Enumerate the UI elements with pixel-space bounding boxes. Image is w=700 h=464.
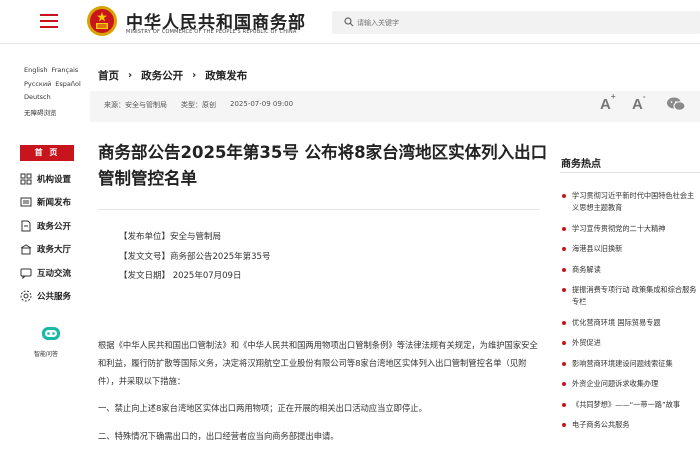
article-info: 【发布单位】安全与管制局 【发文文号】商务部公告2025年第35号 【发文日期】… — [119, 230, 270, 289]
wechat-share-icon[interactable] — [666, 96, 686, 112]
source-text: 来源：安全与管制局 — [104, 101, 167, 109]
lang-spanish[interactable]: Español — [55, 80, 81, 94]
hot-topic-item[interactable]: 优化营商环境 国际贸易专题 — [562, 317, 700, 329]
language-row: 无障碍浏览 — [24, 107, 84, 121]
lang-german[interactable]: Deutsch — [24, 93, 51, 107]
service-icon — [20, 290, 32, 302]
hot-topic-item[interactable]: 外资企业问题诉求收集办理 — [562, 378, 700, 390]
sidebar-item-affairs[interactable]: 政务公开 — [20, 214, 90, 238]
issue-date-text: 【发文日期】 2025年07月09日 — [119, 271, 242, 281]
article-meta: 来源：安全与管制局 类型：原创 2025-07-09 09:00 — [104, 100, 297, 110]
sidebar-item-label: 机构设置 — [37, 174, 72, 185]
language-row: Deutsch — [24, 93, 84, 107]
divider — [560, 172, 700, 173]
hot-topic-item[interactable]: 商务解读 — [562, 264, 700, 276]
issuer-text: 【发布单位】安全与管制局 — [119, 232, 222, 242]
accessibility-link[interactable]: 无障碍浏览 — [24, 107, 57, 121]
hot-topic-item[interactable]: 影响营商环境建设问题线索征集 — [562, 358, 700, 370]
chat-icon — [20, 268, 32, 279]
chevron-right-icon: › — [128, 70, 133, 81]
article-body: 根据《中华人民共和国出口管制法》和《中华人民共和国两用物项出口管制条例》等法律法… — [98, 337, 540, 456]
site-header: 中华人民共和国商务部 MINISTRY OF COMMERCE OF THE P… — [0, 0, 700, 44]
font-size-small-button[interactable]: A- — [632, 92, 646, 113]
hot-topics-title: 商务热点 — [561, 159, 601, 170]
sidebar-item-label: 新闻发布 — [37, 198, 72, 209]
sidebar-item-service[interactable]: 公共服务 — [20, 285, 90, 309]
search-icon[interactable] — [344, 17, 354, 27]
site-subtitle: MINISTRY OF COMMERCE OF THE PEOPLE'S REP… — [126, 29, 297, 35]
hot-topic-item[interactable]: 电子商务公共服务 — [562, 419, 700, 431]
hot-topic-item[interactable]: 学习贯彻习近平新时代中国特色社会主义思想主题教育 — [562, 190, 700, 214]
language-row: English Français — [24, 66, 84, 80]
search-input[interactable] — [357, 14, 687, 31]
news-icon — [20, 197, 32, 207]
body-paragraph: 二、特殊情况下确需出口的，出口经营者应当向商务部提出申请。 — [98, 431, 339, 442]
sidebar-item-label: 政务公开 — [37, 221, 72, 232]
sidebar-item-interact[interactable]: 互动交流 — [20, 261, 90, 285]
type-text: 类型：原创 — [181, 101, 216, 109]
national-emblem-icon — [87, 6, 117, 36]
sidebar-item-hall[interactable]: 政务大厅 — [20, 238, 90, 262]
lang-french[interactable]: Français — [51, 66, 78, 80]
hot-topic-item[interactable]: 外贸促进 — [562, 337, 700, 349]
sidebar-item-org[interactable]: 机构设置 — [20, 167, 90, 191]
hot-topics-list: 学习贯彻习近平新时代中国特色社会主义思想主题教育 学习宣传贯彻党的二十大精神 海… — [562, 190, 700, 440]
hot-topic-item[interactable]: 《共同梦想》——“一带一路”故事 — [562, 399, 700, 411]
sidebar-item-label: 互动交流 — [37, 268, 72, 279]
breadcrumb-affairs[interactable]: 政务公开 — [141, 68, 183, 83]
hot-topic-item[interactable]: 海港县以旧换新 — [562, 243, 700, 255]
hot-topic-item[interactable]: 学习宣传贯彻党的二十大精神 — [562, 223, 700, 235]
sidebar-item-label: 政务大厅 — [37, 245, 72, 256]
divider — [98, 209, 540, 210]
language-list: English Français Русский Español Deutsch… — [24, 66, 84, 120]
breadcrumb-policy[interactable]: 政策发布 — [205, 68, 247, 83]
lang-russian[interactable]: Русский — [24, 80, 51, 94]
lang-english[interactable]: English — [24, 66, 47, 80]
sidebar-item-news[interactable]: 新闻发布 — [20, 191, 90, 215]
doc-icon — [21, 220, 31, 232]
org-icon — [20, 173, 32, 185]
hall-icon — [20, 244, 32, 255]
assistant-label[interactable]: 智能问答 — [34, 349, 58, 358]
chevron-right-icon: › — [192, 70, 197, 81]
assistant-robot-icon[interactable] — [40, 324, 62, 344]
font-size-large-button[interactable]: A+ — [600, 92, 616, 113]
body-paragraph: 一、禁止向上述8家台湾地区实体出口两用物项；正在开展的相关出口活动应当立即停止。 — [98, 403, 427, 414]
body-paragraph: 根据《中华人民共和国出口管制法》和《中华人民共和国两用物项出口管制条例》等法律法… — [98, 340, 538, 386]
doc-number-text: 【发文文号】商务部公告2025年第35号 — [119, 251, 271, 262]
article-title: 商务部公告2025年第35号 公布将8家台湾地区实体列入出口管制管控名单 — [98, 143, 548, 188]
breadcrumb-home[interactable]: 首页 — [98, 68, 119, 83]
language-row: Русский Español — [24, 80, 84, 94]
menu-icon[interactable] — [40, 14, 58, 28]
sidebar-item-label: 公共服务 — [37, 292, 72, 303]
breadcrumb: 首页 › 政务公开 › 政策发布 — [98, 68, 247, 83]
hot-topic-item[interactable]: 提振消费专项行动 政策集成和综合服务专栏 — [562, 284, 700, 308]
sidebar-nav: 机构设置 新闻发布 政务公开 政务大厅 互动交流 公共服务 — [20, 167, 90, 308]
date-text: 2025-07-09 09:00 — [230, 100, 294, 108]
sidebar-item-home[interactable]: 首 页 — [20, 145, 74, 161]
